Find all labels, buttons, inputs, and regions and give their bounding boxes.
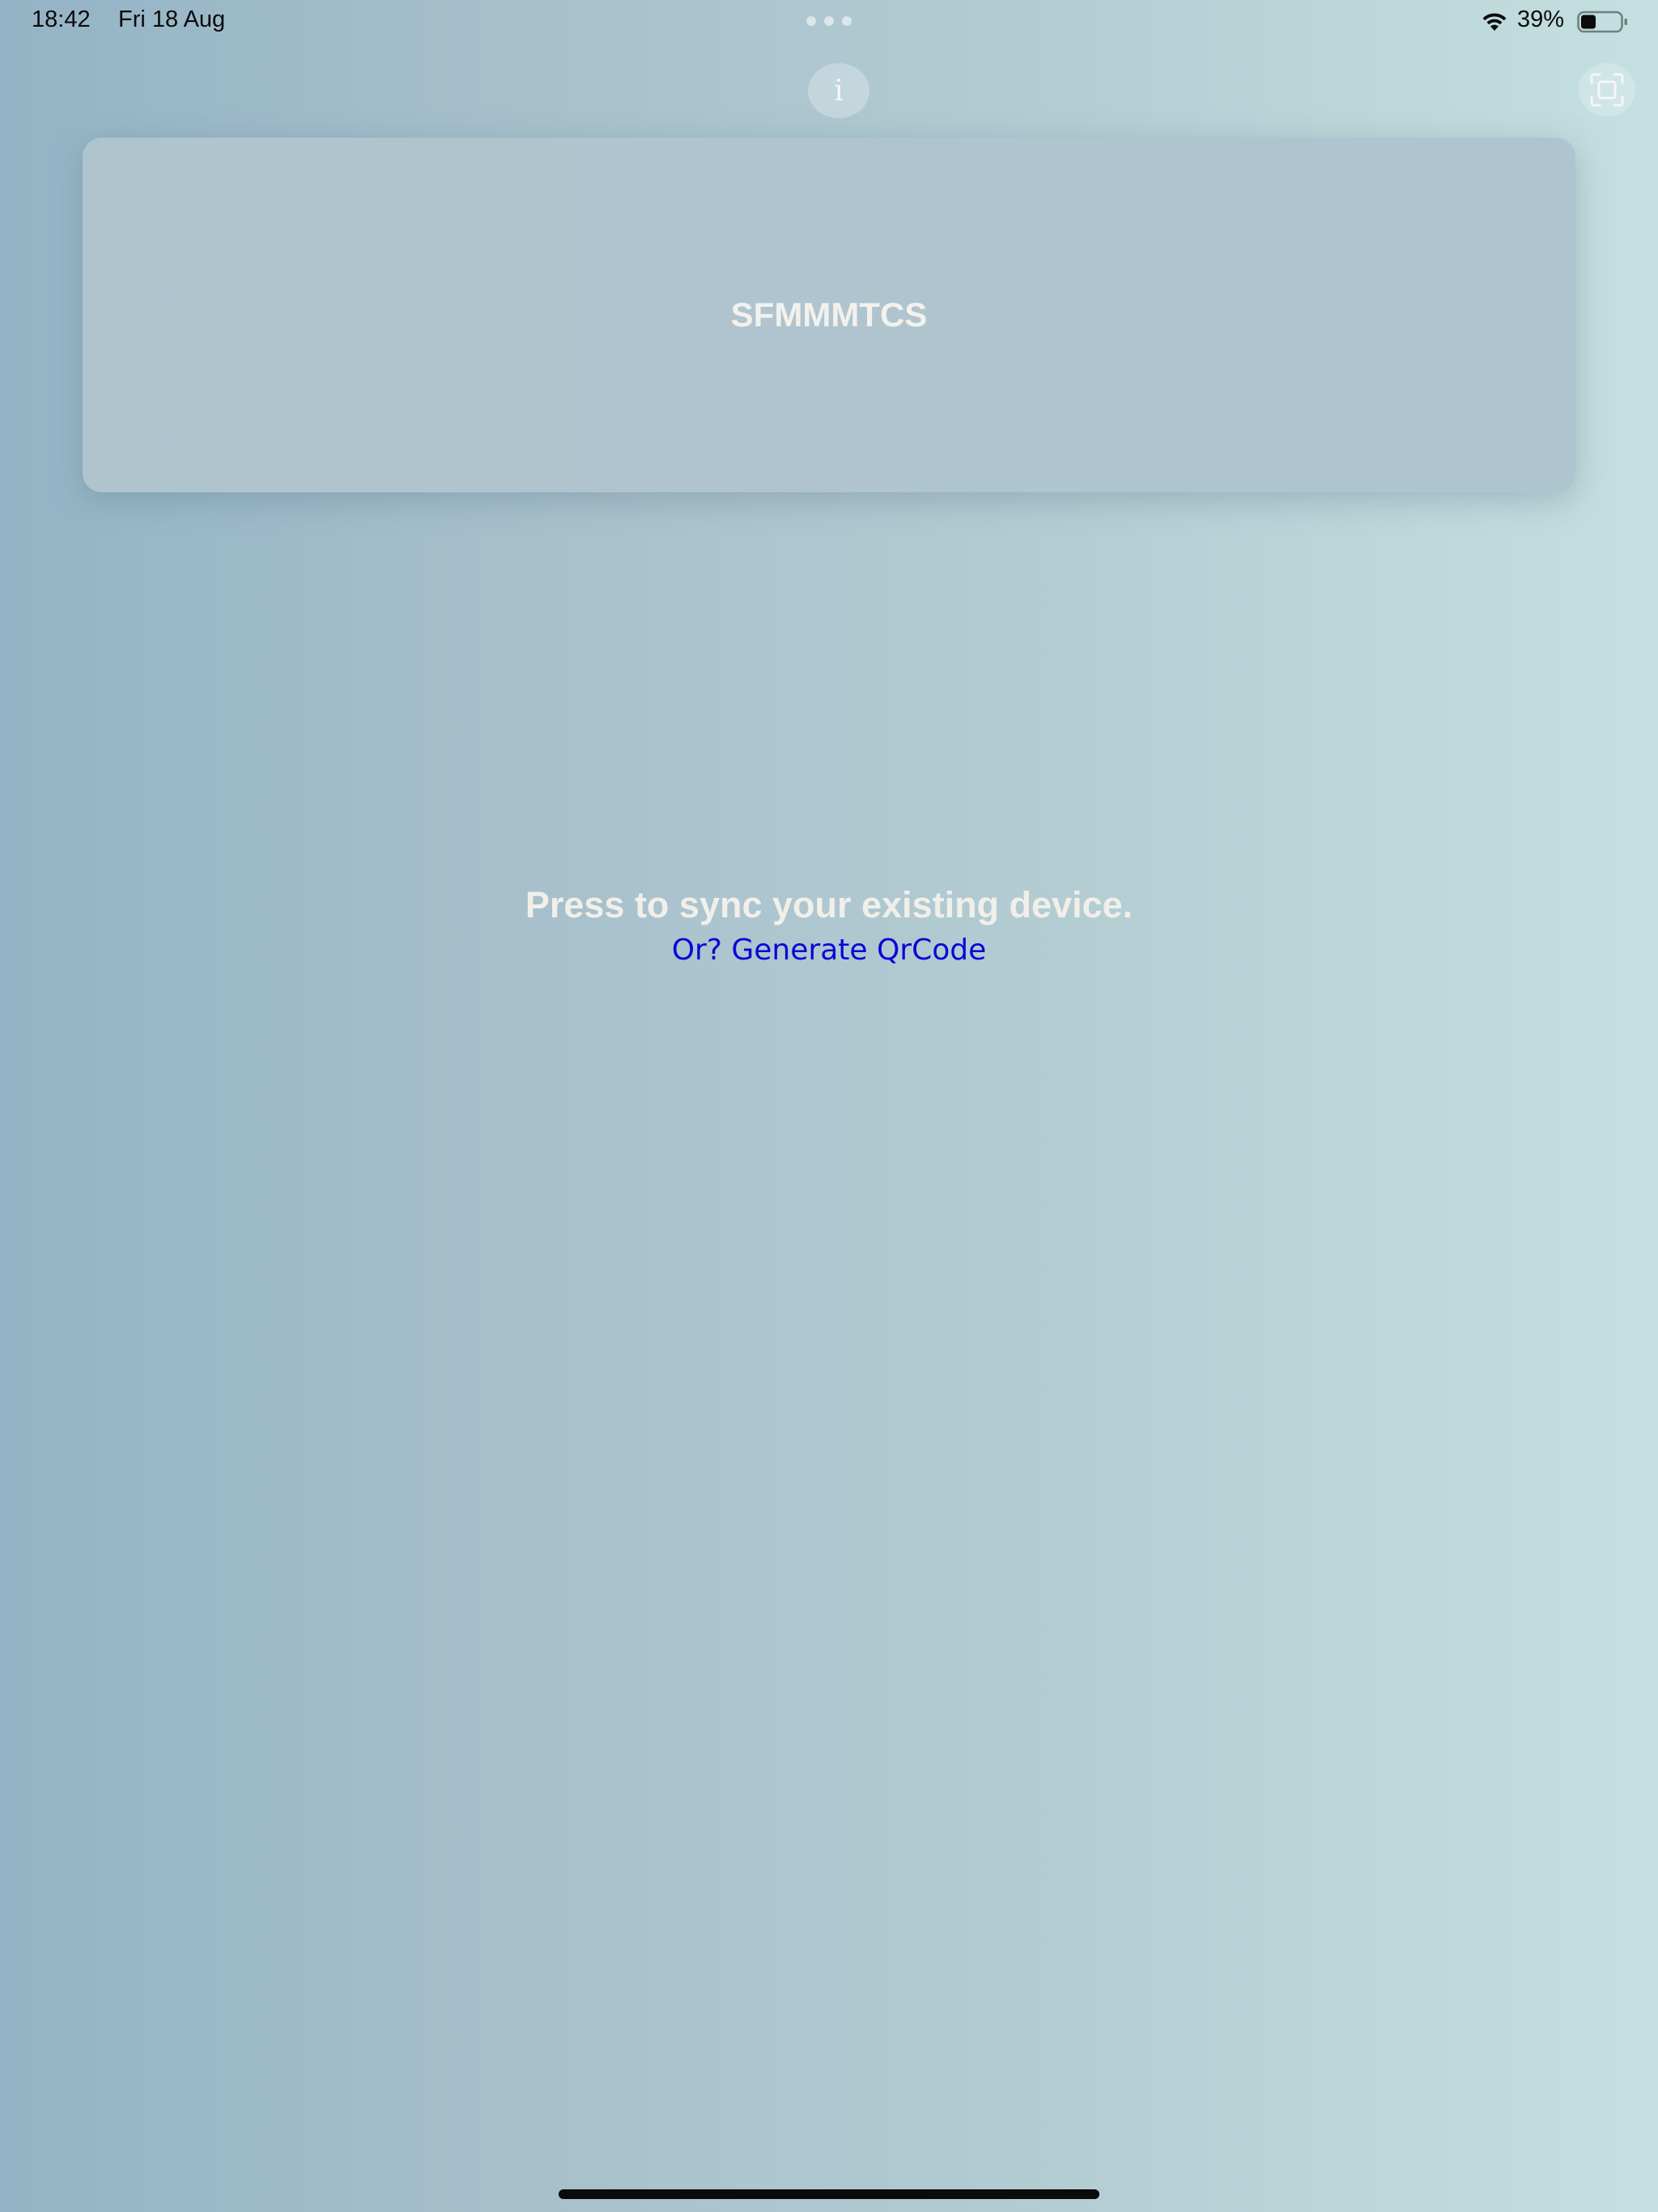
sync-area: Press to sync your existing device. Or? … xyxy=(0,876,1658,970)
home-indicator[interactable] xyxy=(559,2189,1099,2199)
sync-prompt[interactable]: Press to sync your existing device. xyxy=(0,876,1658,934)
scan-button[interactable] xyxy=(1579,63,1635,117)
dot-icon xyxy=(806,16,816,26)
status-date: Fri 18 Aug xyxy=(118,6,226,32)
scan-frame-icon xyxy=(1590,73,1624,107)
wifi-icon xyxy=(1482,13,1507,31)
battery-percent: 39% xyxy=(1517,6,1565,32)
status-bar: 18:42 Fri 18 Aug 39% xyxy=(0,0,1658,45)
dot-icon xyxy=(842,16,852,26)
battery-icon xyxy=(1577,11,1627,33)
info-icon: i xyxy=(834,74,844,108)
generate-qrcode-link[interactable]: Or? Generate QrCode xyxy=(672,931,987,970)
device-card[interactable]: SFMMMTCS xyxy=(83,138,1575,492)
info-button[interactable]: i xyxy=(808,63,869,118)
dot-icon xyxy=(824,16,834,26)
status-time: 18:42 xyxy=(32,6,91,32)
device-code: SFMMMTCS xyxy=(730,296,928,334)
multitasking-menu[interactable] xyxy=(806,16,852,26)
